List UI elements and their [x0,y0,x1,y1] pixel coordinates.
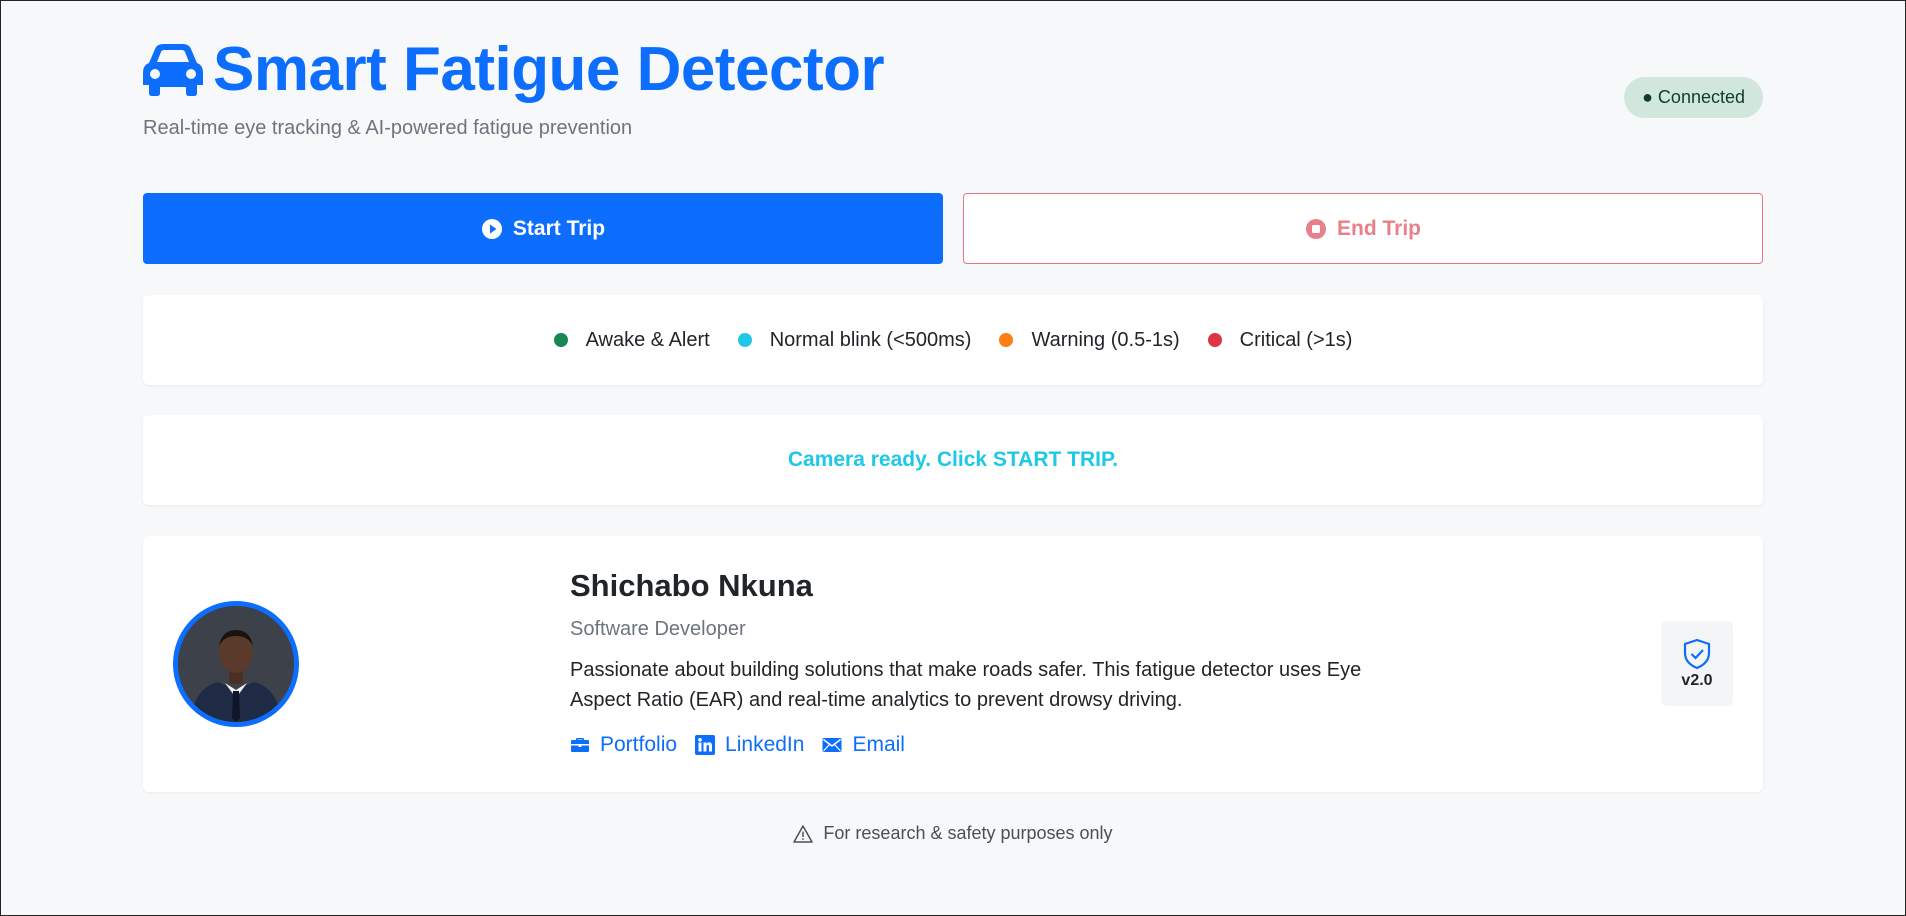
footer: For research & safety purposes only [143,823,1763,844]
stop-circle-icon [1306,218,1326,239]
legend-label: Normal blink (<500ms) [769,328,972,351]
end-trip-button[interactable]: End Trip [963,193,1763,264]
legend-label: Warning (0.5-1s) [1031,328,1180,351]
awake-dot-icon [553,333,568,347]
avatar-image [178,606,294,722]
status-legend: Awake & Alert Normal blink (<500ms) Warn… [143,295,1763,385]
developer-profile-card: Shichabo Nkuna Software Developer Passio… [143,536,1763,792]
play-circle-icon [481,218,502,239]
header: Smart Fatigue Detector Real-time eye tra… [143,1,1763,161]
portfolio-link[interactable]: Portfolio [570,733,677,757]
profile-name: Shichabo Nkuna [570,568,813,603]
car-icon [143,44,203,96]
app-container: Smart Fatigue Detector Real-time eye tra… [143,1,1763,843]
page-subtitle: Real-time eye tracking & AI-powered fati… [143,117,633,139]
profile-role: Software Developer [570,618,746,640]
legend-label: Critical (>1s) [1239,328,1353,351]
title-row: Smart Fatigue Detector [143,35,885,105]
end-trip-label: End Trip [1337,216,1421,240]
legend-label: Awake & Alert [585,328,710,351]
connection-status-badge: ● Connected [1624,77,1763,118]
version-badge: v2.0 [1661,621,1733,706]
linkedin-link-label: LinkedIn [725,733,805,756]
profile-bio: Passionate about building solutions that… [570,659,1362,711]
status-message: Camera ready. Click START TRIP. [787,448,1119,471]
legend-item-warning: Warning (0.5-1s) [999,328,1180,352]
linkedin-icon [695,735,716,755]
email-link[interactable]: Email [822,733,905,757]
warning-dot-icon [999,333,1014,347]
legend-item-awake: Awake & Alert [553,328,710,352]
profile-info: Shichabo Nkuna Software Developer Passio… [570,566,1370,757]
linkedin-link[interactable]: LinkedIn [695,733,804,757]
status-panel: Camera ready. Click START TRIP. [143,415,1763,505]
portfolio-link-label: Portfolio [600,733,678,756]
page-title: Smart Fatigue Detector [213,35,885,104]
start-trip-button[interactable]: Start Trip [143,193,943,264]
start-trip-label: Start Trip [512,216,606,240]
briefcase-icon [571,738,589,752]
email-link-label: Email [852,733,905,756]
footer-note: For research & safety purposes only [823,823,1113,843]
legend-item-normal-blink: Normal blink (<500ms) [737,328,972,352]
profile-links: Portfolio LinkedIn Email [570,733,1370,757]
avatar [173,601,299,727]
shield-check-icon [1683,638,1711,669]
envelope-icon [822,738,842,752]
warning-triangle-icon [793,824,814,843]
normal-blink-dot-icon [737,333,752,347]
legend-item-critical: Critical (>1s) [1207,328,1353,352]
critical-dot-icon [1207,333,1222,347]
version-label: v2.0 [1681,671,1713,689]
trip-controls: Start Trip End Trip [143,193,1763,264]
